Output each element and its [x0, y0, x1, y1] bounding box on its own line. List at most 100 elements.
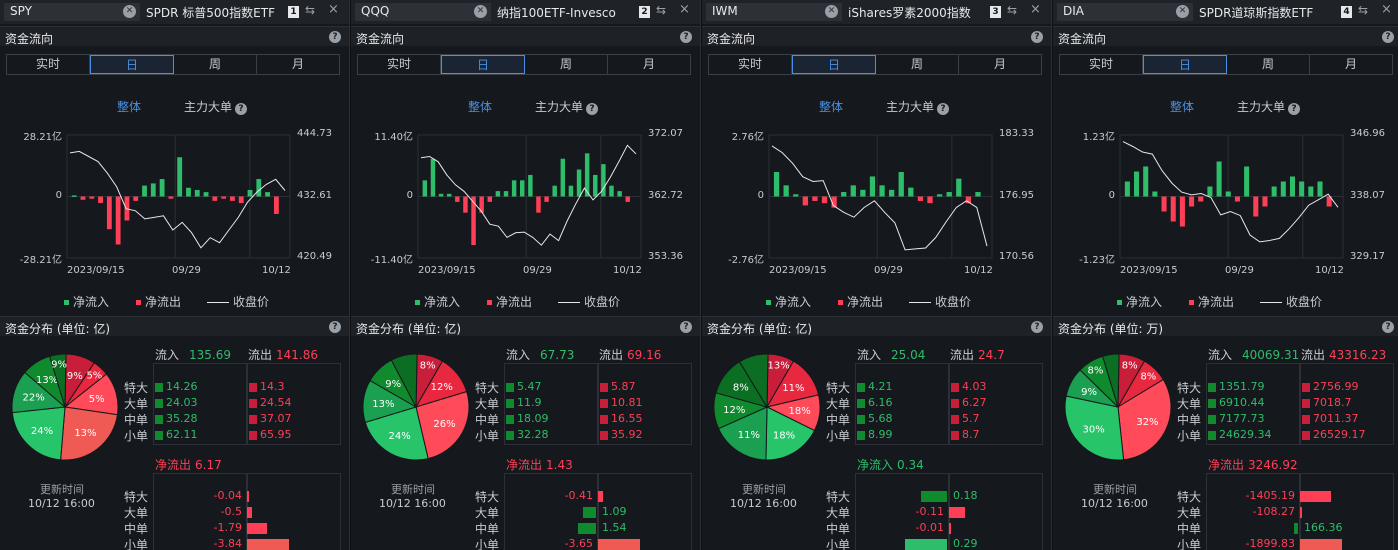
- flow-bar: [528, 174, 533, 197]
- legend-outflow-swatch: [136, 300, 141, 305]
- legend-outflow-label: 净流出: [145, 295, 182, 309]
- pie-slice-label: 11%: [782, 383, 804, 394]
- row-label-0: 特大: [475, 381, 500, 395]
- outflow-value: 37.07: [260, 412, 292, 425]
- flow-bar: [1207, 186, 1213, 197]
- flow-bar: [917, 196, 924, 201]
- update-time-label: 更新时间: [391, 483, 435, 496]
- net-flow-bar-2: [578, 523, 596, 534]
- row-label-2: 中单: [124, 413, 149, 427]
- flow-bar: [936, 194, 943, 197]
- legend-close-label: 收盘价: [584, 295, 621, 309]
- legend-inflow: 净流入: [64, 293, 109, 310]
- outflow-total-value: 69.16: [627, 348, 662, 362]
- flow-bar: [1253, 196, 1259, 217]
- inflow-marker: [506, 383, 514, 392]
- pie-slice-label: 13%: [372, 399, 394, 410]
- flow-bar: [150, 183, 156, 197]
- legend-inflow: 净流入: [1117, 293, 1162, 310]
- pie-slice-label: 9%: [1081, 387, 1097, 398]
- distribution-pie-chart: 13% 11% 18% 18% 11% 12% 8%: [713, 353, 821, 461]
- net-row-label-2: 中单: [475, 522, 500, 536]
- flow-bar: [194, 189, 200, 197]
- inflow-marker: [506, 431, 514, 440]
- net-flow-summary: 净流出 3246.92: [1208, 456, 1298, 473]
- inflow-total: 流入 67.73: [506, 346, 574, 363]
- fund-flow-chart: [417, 134, 642, 259]
- left-axis-min: -2.76亿: [728, 255, 764, 266]
- outflow-total: 流出 141.86: [248, 346, 318, 363]
- flow-bar: [1143, 166, 1149, 197]
- inflow-cell-1: 24.03: [154, 395, 245, 411]
- pie-slice-label: 13%: [36, 375, 58, 386]
- net-flow-value-2: 166.36: [1304, 521, 1343, 534]
- net-flow-value-0: -0.41: [564, 489, 593, 502]
- inflow-total-value: 67.73: [540, 348, 575, 362]
- update-time-value: 10/12 16:00: [1081, 497, 1148, 510]
- outflow-total-value: 24.7: [978, 348, 1005, 362]
- pie-slice-label: 8%: [420, 361, 436, 372]
- date-mid: 09/29: [874, 265, 903, 276]
- fund-distribution-title: 资金分布 (单位: 亿): [356, 322, 462, 336]
- flow-bar: [898, 171, 904, 197]
- flow-bar: [593, 174, 598, 197]
- outflow-cell-3: 35.92: [599, 427, 690, 443]
- pie-slice-label: 24%: [388, 431, 410, 442]
- flow-bar: [89, 196, 95, 199]
- distribution-pie-chart: 9% 5%5%13%24%22%13%9%: [11, 353, 119, 461]
- inflow-marker: [1208, 399, 1216, 408]
- right-axis-max: 346.96: [1350, 128, 1385, 139]
- outflow-value: 4.03: [962, 380, 987, 393]
- flow-bar: [568, 185, 574, 197]
- outflow-cell-2: 37.07: [248, 411, 339, 427]
- flow-bar: [1198, 196, 1204, 202]
- outflow-total: 流出 43316.23: [1301, 346, 1386, 363]
- fund-distribution-help-icon[interactable]: ?: [680, 321, 692, 333]
- outflow-marker: [951, 415, 959, 424]
- pie-slice-label: 8%: [1122, 361, 1138, 372]
- right-axis-mid: 362.72: [648, 190, 683, 201]
- flow-bar: [1234, 196, 1240, 202]
- fund-distribution-help-icon[interactable]: ?: [1382, 321, 1394, 333]
- update-time-label: 更新时间: [40, 483, 84, 496]
- pie-slice-label: 26%: [433, 419, 455, 430]
- pie-slice-label: 22%: [23, 393, 45, 404]
- inflow-value: 6.16: [868, 396, 893, 409]
- net-flow-value-2: 1.54: [602, 521, 627, 534]
- left-axis-max: 11.40亿: [374, 132, 413, 143]
- outflow-marker: [1302, 431, 1310, 440]
- outflow-value: 65.95: [260, 428, 292, 441]
- legend-inflow-swatch: [64, 300, 69, 305]
- fund-distribution-section-header: 资金分布 (单位: 万)?: [1053, 316, 1398, 336]
- outflow-cell-0: 4.03: [950, 379, 1041, 395]
- right-axis-min: 353.36: [648, 251, 683, 262]
- flow-bar: [1189, 196, 1195, 207]
- outflow-marker: [1302, 415, 1310, 424]
- outflow-marker: [249, 415, 257, 424]
- right-axis-mid: 432.61: [297, 190, 332, 201]
- fund-distribution-title: 资金分布 (单位: 亿): [5, 322, 111, 336]
- outflow-total-label: 流出: [950, 348, 975, 362]
- flow-bar: [544, 196, 549, 202]
- flow-bar: [203, 192, 209, 197]
- inflow-value: 4.21: [868, 380, 893, 393]
- inflow-cell-1: 11.9: [505, 395, 596, 411]
- flow-bar: [850, 185, 856, 197]
- flow-bar: [520, 180, 525, 197]
- flow-bar: [1152, 191, 1158, 197]
- fund-distribution-help-icon[interactable]: ?: [329, 321, 341, 333]
- inflow-marker: [155, 415, 163, 424]
- net-flow-value: 1.43: [546, 458, 573, 472]
- legend-close-swatch: [1260, 302, 1282, 303]
- date-end: 10/12: [1315, 265, 1344, 276]
- fund-distribution-title: 资金分布 (单位: 万): [1058, 322, 1164, 336]
- legend-inflow: 净流入: [415, 293, 460, 310]
- date-mid: 09/29: [172, 265, 201, 276]
- fund-distribution-help-icon[interactable]: ?: [1031, 321, 1043, 333]
- row-label-3: 小单: [1177, 429, 1202, 443]
- outflow-marker: [1302, 383, 1310, 392]
- inflow-value: 5.47: [517, 380, 542, 393]
- inflow-cell-0: 5.47: [505, 379, 596, 395]
- left-axis-min: -28.21亿: [19, 255, 62, 266]
- row-label-0: 特大: [1177, 381, 1202, 395]
